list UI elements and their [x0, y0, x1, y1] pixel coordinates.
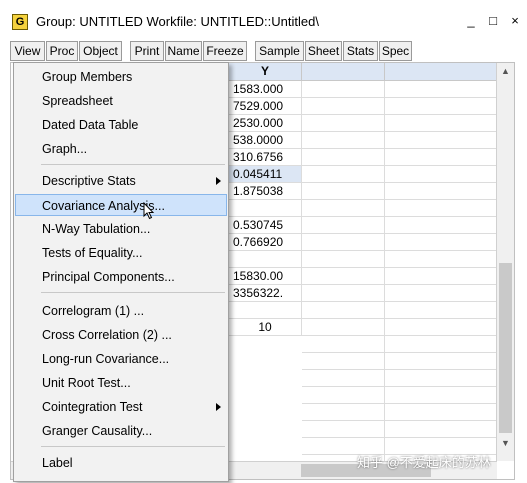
menu-separator: [41, 446, 225, 447]
grid-cell[interactable]: 1583.000: [229, 81, 302, 98]
menu-item-dated-data-table[interactable]: Dated Data Table: [15, 114, 227, 136]
menu-item-n-way-tabulation[interactable]: N-Way Tabulation...: [15, 218, 227, 240]
menu-item-label: Cross Correlation (2) ...: [42, 328, 172, 342]
menu-item-label: Label: [42, 456, 73, 470]
menu-item-label: Principal Components...: [42, 270, 175, 284]
column-header-y[interactable]: Y: [229, 63, 302, 81]
grid-cell[interactable]: 0.530745: [229, 217, 302, 234]
column-header-blank[interactable]: [385, 63, 498, 81]
menu-item-label: Unit Root Test...: [42, 376, 131, 390]
maximize-button[interactable]: □: [484, 12, 502, 30]
grid-cell[interactable]: [229, 302, 302, 319]
freeze-button[interactable]: Freeze: [203, 41, 247, 61]
view-dropdown-menu: Group Members Spreadsheet Dated Data Tab…: [13, 62, 229, 482]
column-header-blank[interactable]: [302, 63, 385, 81]
menu-item-label: Spreadsheet: [42, 94, 113, 108]
sample-button[interactable]: Sample: [255, 41, 304, 61]
print-button[interactable]: Print: [130, 41, 164, 61]
menu-item-descriptive-stats[interactable]: Descriptive Stats: [15, 170, 227, 192]
menu-item-cross-correlation[interactable]: Cross Correlation (2) ...: [15, 324, 227, 346]
grid-cell[interactable]: 15830.00: [229, 268, 302, 285]
object-button[interactable]: Object: [79, 41, 122, 61]
watermark-text: 知乎 @不爱起床的苏林: [357, 455, 491, 470]
menu-separator: [41, 292, 225, 293]
view-button[interactable]: View: [10, 41, 45, 61]
menu-item-label: Group Members: [42, 70, 133, 84]
grid-cell[interactable]: 0.766920: [229, 234, 302, 251]
grid-cell[interactable]: 10: [229, 319, 302, 336]
menu-item-spreadsheet[interactable]: Spreadsheet: [15, 90, 227, 112]
empty-column[interactable]: [385, 81, 498, 461]
menu-item-group-members[interactable]: Group Members: [15, 66, 227, 88]
menu-item-correlogram[interactable]: Correlogram (1) ...: [15, 300, 227, 322]
menu-item-label: Descriptive Stats: [42, 174, 136, 188]
menu-item-unit-root-test[interactable]: Unit Root Test...: [15, 372, 227, 394]
menu-item-label: Cointegration Test: [42, 400, 143, 414]
scroll-down-icon[interactable]: ▼: [497, 435, 514, 451]
menu-item-long-run-covariance[interactable]: Long-run Covariance...: [15, 348, 227, 370]
menu-item-covariance-analysis[interactable]: Covariance Analysis...: [15, 194, 227, 216]
menu-item-label: Graph...: [42, 142, 88, 156]
grid-cell[interactable]: 2530.000: [229, 115, 302, 132]
window-title: Group: UNTITLED Workfile: UNTITLED::Unti…: [36, 14, 319, 29]
minimize-button[interactable]: _: [462, 12, 480, 30]
submenu-arrow-icon: [216, 177, 221, 185]
menu-item-label: Correlogram (1) ...: [42, 304, 145, 318]
grid-cell[interactable]: 7529.000: [229, 98, 302, 115]
menu-item-label: Long-run Covariance...: [42, 352, 170, 366]
menu-item-tests-of-equality[interactable]: Tests of Equality...: [15, 242, 227, 264]
mouse-cursor-icon: [143, 202, 155, 220]
title-bar: G Group: UNTITLED Workfile: UNTITLED::Un…: [0, 0, 527, 40]
vertical-scroll-thumb[interactable]: [499, 263, 512, 433]
grid-cell[interactable]: 3356322.: [229, 285, 302, 302]
empty-column[interactable]: [302, 81, 385, 461]
grid-cell[interactable]: 1.875038: [229, 183, 302, 200]
group-app-icon: G: [12, 14, 28, 30]
grid-cell[interactable]: 310.6756: [229, 149, 302, 166]
grid-cell-selected[interactable]: 0.045411: [229, 166, 302, 183]
menu-item-label-view[interactable]: Label: [15, 452, 227, 474]
menu-item-label: N-Way Tabulation...: [42, 222, 151, 236]
sheet-button[interactable]: Sheet: [305, 41, 342, 61]
menu-item-label: Tests of Equality...: [42, 246, 143, 260]
menu-item-principal-components[interactable]: Principal Components...: [15, 266, 227, 288]
submenu-arrow-icon: [216, 403, 221, 411]
menu-item-label: Dated Data Table: [42, 118, 139, 132]
menu-item-label: Granger Causality...: [42, 424, 153, 438]
name-button[interactable]: Name: [165, 41, 202, 61]
menu-item-granger-causality[interactable]: Granger Causality...: [15, 420, 227, 442]
spec-button[interactable]: Spec: [379, 41, 412, 61]
menu-item-graph[interactable]: Graph...: [15, 138, 227, 160]
grid-cell[interactable]: [229, 200, 302, 217]
close-button[interactable]: ×: [506, 12, 524, 30]
grid-cell[interactable]: 538.0000: [229, 132, 302, 149]
vertical-scrollbar[interactable]: ▲ ▼: [496, 63, 514, 461]
stats-button[interactable]: Stats: [343, 41, 378, 61]
menu-separator: [41, 164, 225, 165]
grid-cell[interactable]: [229, 251, 302, 268]
proc-button[interactable]: Proc: [46, 41, 78, 61]
scroll-up-icon[interactable]: ▲: [497, 63, 514, 79]
menu-item-cointegration-test[interactable]: Cointegration Test: [15, 396, 227, 418]
